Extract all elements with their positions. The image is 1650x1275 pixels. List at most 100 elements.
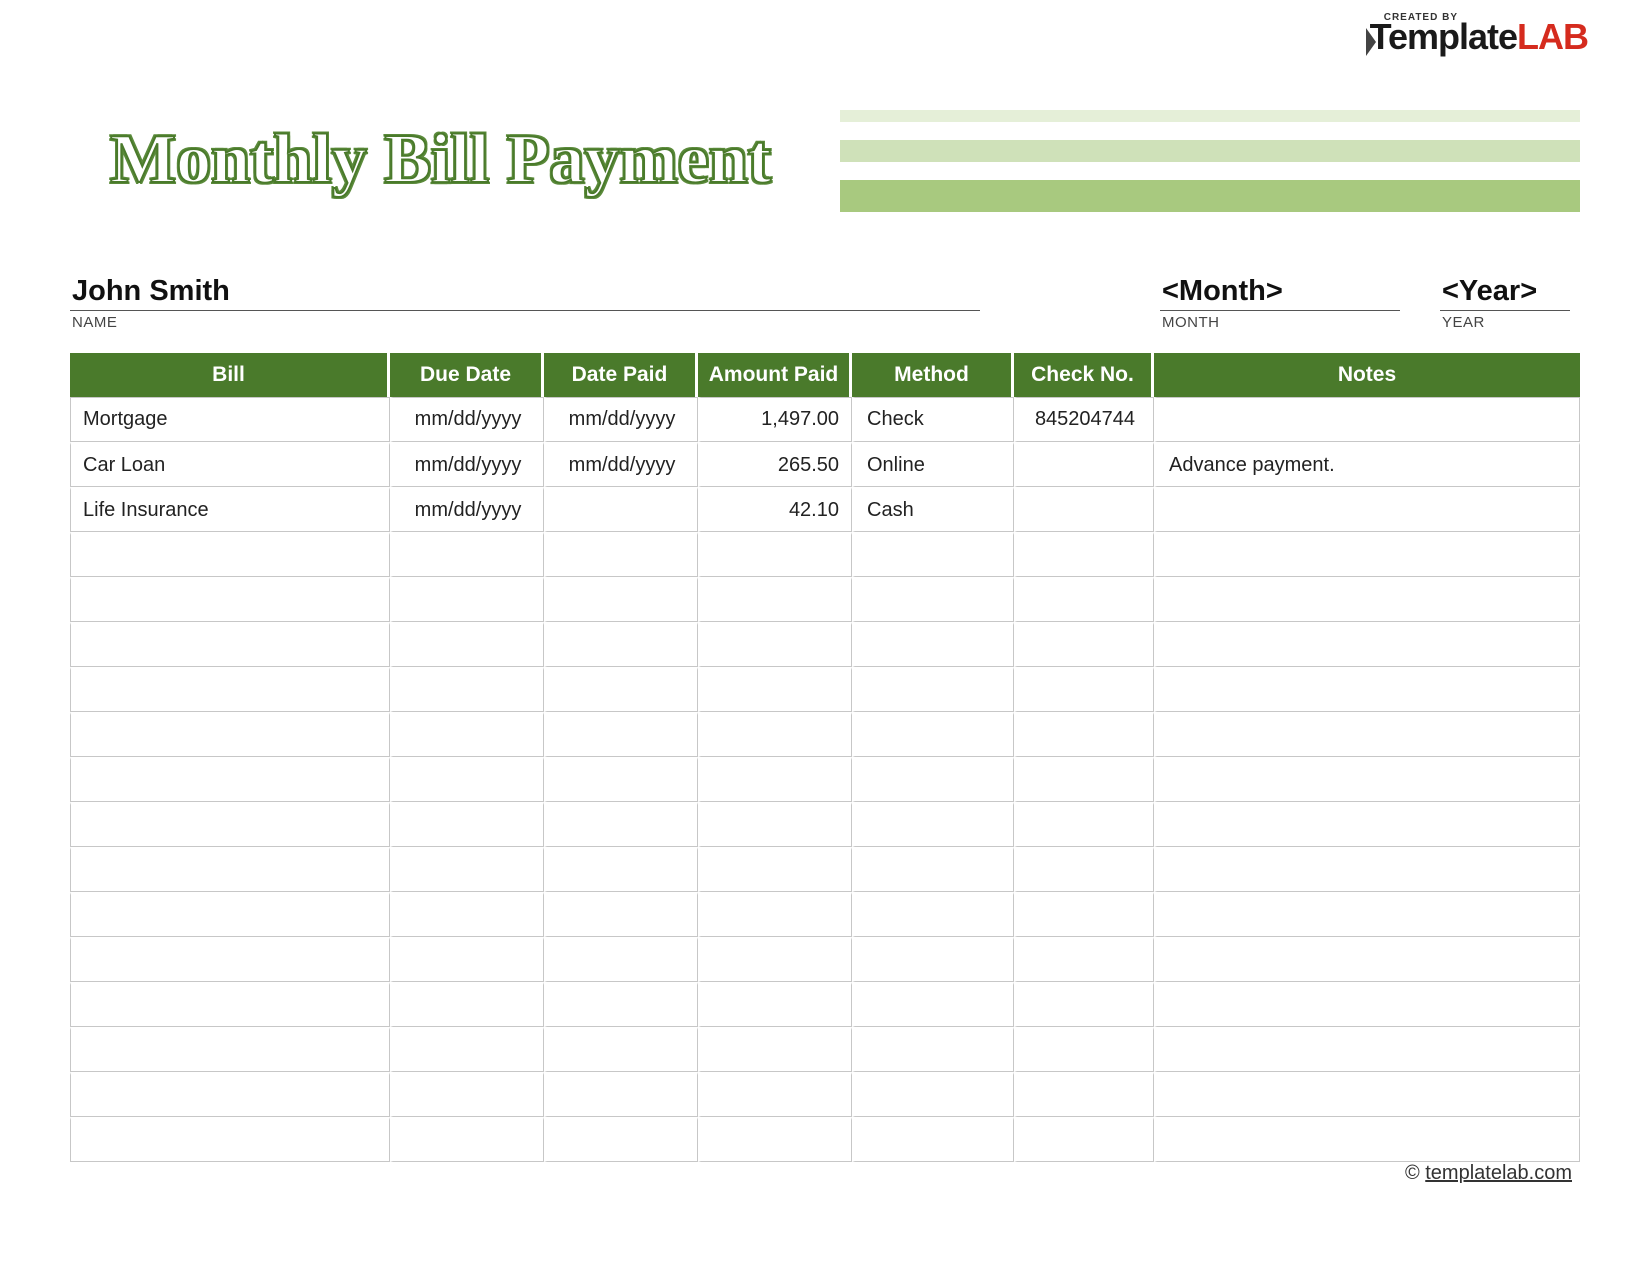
cell-due-date[interactable] [390, 667, 544, 712]
cell-notes[interactable] [1154, 892, 1580, 937]
cell-method[interactable] [852, 847, 1014, 892]
cell-check-no[interactable] [1014, 1117, 1154, 1162]
cell-date-paid[interactable] [544, 847, 698, 892]
cell-notes[interactable] [1154, 577, 1580, 622]
cell-amount-paid[interactable] [698, 757, 852, 802]
cell-due-date[interactable] [390, 892, 544, 937]
cell-date-paid[interactable] [544, 622, 698, 667]
cell-check-no[interactable] [1014, 757, 1154, 802]
cell-amount-paid[interactable] [698, 847, 852, 892]
cell-due-date[interactable] [390, 802, 544, 847]
cell-due-date[interactable] [390, 757, 544, 802]
cell-amount-paid[interactable]: 42.10 [698, 487, 852, 532]
cell-check-no[interactable] [1014, 577, 1154, 622]
cell-bill[interactable] [70, 1072, 390, 1117]
cell-bill[interactable] [70, 622, 390, 667]
cell-bill[interactable] [70, 532, 390, 577]
cell-date-paid[interactable] [544, 712, 698, 757]
cell-notes[interactable] [1154, 712, 1580, 757]
cell-bill[interactable] [70, 982, 390, 1027]
cell-due-date[interactable] [390, 937, 544, 982]
cell-amount-paid[interactable] [698, 892, 852, 937]
cell-due-date[interactable]: mm/dd/yyyy [390, 397, 544, 442]
cell-due-date[interactable] [390, 577, 544, 622]
cell-notes[interactable] [1154, 532, 1580, 577]
cell-method[interactable] [852, 532, 1014, 577]
cell-notes[interactable] [1154, 487, 1580, 532]
cell-due-date[interactable]: mm/dd/yyyy [390, 487, 544, 532]
cell-amount-paid[interactable] [698, 1027, 852, 1072]
cell-amount-paid[interactable] [698, 982, 852, 1027]
cell-check-no[interactable] [1014, 487, 1154, 532]
cell-notes[interactable] [1154, 667, 1580, 712]
footer-link[interactable]: templatelab.com [1425, 1162, 1572, 1184]
cell-bill[interactable] [70, 802, 390, 847]
cell-bill[interactable] [70, 757, 390, 802]
cell-check-no[interactable] [1014, 982, 1154, 1027]
cell-notes[interactable] [1154, 847, 1580, 892]
cell-due-date[interactable] [390, 712, 544, 757]
cell-check-no[interactable] [1014, 712, 1154, 757]
cell-notes[interactable] [1154, 622, 1580, 667]
cell-date-paid[interactable] [544, 667, 698, 712]
cell-amount-paid[interactable] [698, 532, 852, 577]
cell-due-date[interactable] [390, 847, 544, 892]
cell-amount-paid[interactable] [698, 577, 852, 622]
cell-check-no[interactable] [1014, 1027, 1154, 1072]
cell-date-paid[interactable] [544, 982, 698, 1027]
cell-method[interactable] [852, 1027, 1014, 1072]
cell-method[interactable] [852, 1072, 1014, 1117]
cell-method[interactable] [852, 802, 1014, 847]
cell-date-paid[interactable] [544, 532, 698, 577]
cell-bill[interactable] [70, 1117, 390, 1162]
cell-amount-paid[interactable] [698, 1117, 852, 1162]
cell-amount-paid[interactable] [698, 622, 852, 667]
cell-date-paid[interactable] [544, 892, 698, 937]
cell-due-date[interactable] [390, 1117, 544, 1162]
cell-check-no[interactable] [1014, 532, 1154, 577]
cell-date-paid[interactable] [544, 1117, 698, 1162]
cell-bill[interactable] [70, 937, 390, 982]
cell-method[interactable] [852, 937, 1014, 982]
cell-bill[interactable]: Life Insurance [70, 487, 390, 532]
cell-method[interactable] [852, 982, 1014, 1027]
cell-amount-paid[interactable]: 265.50 [698, 442, 852, 487]
cell-method[interactable] [852, 577, 1014, 622]
cell-notes[interactable] [1154, 1072, 1580, 1117]
cell-due-date[interactable]: mm/dd/yyyy [390, 442, 544, 487]
cell-notes[interactable] [1154, 1117, 1580, 1162]
cell-check-no[interactable] [1014, 892, 1154, 937]
name-value[interactable]: John Smith [70, 275, 980, 311]
cell-notes[interactable] [1154, 982, 1580, 1027]
cell-date-paid[interactable]: mm/dd/yyyy [544, 397, 698, 442]
cell-check-no[interactable] [1014, 802, 1154, 847]
cell-method[interactable]: Cash [852, 487, 1014, 532]
cell-bill[interactable] [70, 1027, 390, 1072]
cell-method[interactable]: Check [852, 397, 1014, 442]
cell-bill[interactable] [70, 577, 390, 622]
cell-check-no[interactable] [1014, 847, 1154, 892]
cell-date-paid[interactable] [544, 577, 698, 622]
cell-check-no[interactable] [1014, 622, 1154, 667]
cell-check-no[interactable] [1014, 442, 1154, 487]
cell-due-date[interactable] [390, 532, 544, 577]
cell-amount-paid[interactable] [698, 802, 852, 847]
cell-method[interactable] [852, 892, 1014, 937]
cell-method[interactable] [852, 1117, 1014, 1162]
cell-bill[interactable] [70, 892, 390, 937]
cell-amount-paid[interactable] [698, 712, 852, 757]
cell-notes[interactable] [1154, 1027, 1580, 1072]
cell-method[interactable] [852, 757, 1014, 802]
cell-bill[interactable]: Mortgage [70, 397, 390, 442]
cell-method[interactable] [852, 712, 1014, 757]
cell-due-date[interactable] [390, 982, 544, 1027]
cell-due-date[interactable] [390, 1027, 544, 1072]
cell-check-no[interactable] [1014, 667, 1154, 712]
cell-method[interactable] [852, 667, 1014, 712]
cell-date-paid[interactable] [544, 802, 698, 847]
cell-check-no[interactable]: 845204744 [1014, 397, 1154, 442]
cell-method[interactable]: Online [852, 442, 1014, 487]
cell-amount-paid[interactable] [698, 1072, 852, 1117]
cell-amount-paid[interactable] [698, 937, 852, 982]
cell-check-no[interactable] [1014, 937, 1154, 982]
